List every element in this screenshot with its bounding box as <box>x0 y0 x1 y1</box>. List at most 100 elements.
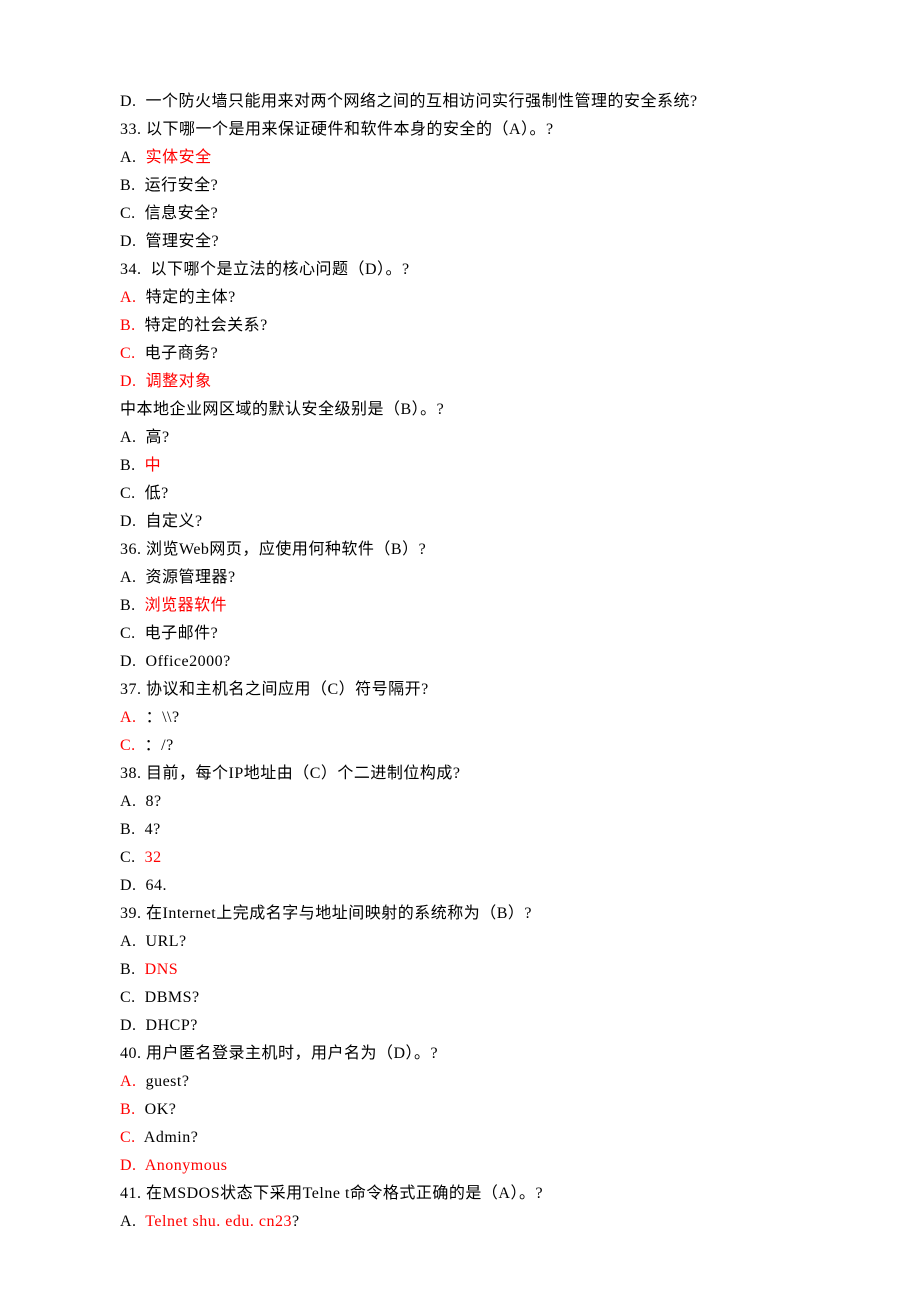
text-run: B. <box>120 457 145 474</box>
text-run: C. 电子邮件? <box>120 625 218 642</box>
text-run: 34. 以下哪个是立法的核心问题（D）。? <box>120 261 410 278</box>
text-run: 37. 协议和主机名之间应用（C）符号隔开? <box>120 681 429 698</box>
text-run: 40. 用户匿名登录主机时，用户名为（D）。? <box>120 1045 438 1062</box>
text-run: D. 管理安全? <box>120 233 219 250</box>
text-run: ：/? <box>136 737 174 754</box>
text-line: D. Office2000? <box>120 648 800 676</box>
text-line: A. 实体安全 <box>120 144 800 172</box>
text-run: 36. 浏览Web网页，应使用何种软件（B）? <box>120 541 426 558</box>
text-line: 40. 用户匿名登录主机时，用户名为（D）。? <box>120 1040 800 1068</box>
text-run: D. 自定义? <box>120 513 203 530</box>
text-run: D. <box>120 1157 137 1174</box>
text-line: D. 自定义? <box>120 508 800 536</box>
text-line: 34. 以下哪个是立法的核心问题（D）。? <box>120 256 800 284</box>
text-line: B. 中 <box>120 452 800 480</box>
text-run: D. 一个防火墙只能用来对两个网络之间的互相访问实行强制性管理的安全系统? <box>120 93 698 110</box>
text-run: A. URL? <box>120 933 187 950</box>
document-page: D. 一个防火墙只能用来对两个网络之间的互相访问实行强制性管理的安全系统? 33.… <box>0 0 920 1302</box>
text-run: B. <box>120 597 145 614</box>
text-line: D. DHCP? <box>120 1012 800 1040</box>
text-line: 39. 在Internet上完成名字与地址间映射的系统称为（B）? <box>120 900 800 928</box>
text-line: B. DNS <box>120 956 800 984</box>
text-line: 41. 在MSDOS状态下采用Telne t命令格式正确的是（A）。? <box>120 1180 800 1208</box>
text-run: D. <box>120 373 137 390</box>
text-run: A. <box>120 1213 145 1230</box>
text-run: Telnet shu. edu. cn23 <box>145 1213 292 1230</box>
text-line: D. 一个防火墙只能用来对两个网络之间的互相访问实行强制性管理的安全系统? <box>120 88 800 116</box>
text-line: B. OK? <box>120 1096 800 1124</box>
text-run: C. 信息安全? <box>120 205 218 222</box>
text-run: B. <box>120 961 145 978</box>
text-line: A. ：\\? <box>120 704 800 732</box>
text-run: B. 运行安全? <box>120 177 218 194</box>
text-run: B. 4? <box>120 821 161 838</box>
text-run: 特定的主体? <box>137 289 236 306</box>
text-run: 38. 目前，每个IP地址由（C）个二进制位构成? <box>120 765 461 782</box>
text-run: 33. 以下哪一个是用来保证硬件和软件本身的安全的（A）。? <box>120 121 554 138</box>
text-line: C. 低? <box>120 480 800 508</box>
text-run: C. <box>120 1129 136 1146</box>
text-run: C. DBMS? <box>120 989 200 1006</box>
text-line: C. 电子商务? <box>120 340 800 368</box>
text-run: A. 资源管理器? <box>120 569 236 586</box>
text-line: C. 电子邮件? <box>120 620 800 648</box>
text-run: 调整对象 <box>146 373 212 390</box>
text-run: 特定的社会关系? <box>136 317 268 334</box>
text-run: C. 低? <box>120 485 169 502</box>
text-run: A. <box>120 1073 137 1090</box>
text-line: A. 特定的主体? <box>120 284 800 312</box>
text-line: B. 运行安全? <box>120 172 800 200</box>
text-run: A. <box>120 289 137 306</box>
text-run: Anonymous <box>145 1157 228 1174</box>
text-line: C. 32 <box>120 844 800 872</box>
text-line: A. 资源管理器? <box>120 564 800 592</box>
text-run: B. <box>120 1101 136 1118</box>
text-line: C. Admin? <box>120 1124 800 1152</box>
text-run: D. DHCP? <box>120 1017 198 1034</box>
text-run: D. 64. <box>120 877 167 894</box>
text-run: 电子商务? <box>136 345 219 362</box>
text-run: 中 <box>145 457 162 474</box>
text-line: A. 8? <box>120 788 800 816</box>
text-line: A. Telnet shu. edu. cn23? <box>120 1208 800 1236</box>
text-run: 41. 在MSDOS状态下采用Telne t命令格式正确的是（A）。? <box>120 1185 543 1202</box>
text-run <box>137 1157 145 1174</box>
text-run: OK? <box>136 1101 177 1118</box>
text-run: A. <box>120 149 146 166</box>
text-line: C. ：/? <box>120 732 800 760</box>
text-run: C. <box>120 737 136 754</box>
text-line: B. 浏览器软件 <box>120 592 800 620</box>
text-line: D. 64. <box>120 872 800 900</box>
text-line: D. 管理安全? <box>120 228 800 256</box>
text-line: 中本地企业网区域的默认安全级别是（B）。? <box>120 396 800 424</box>
text-line: 37. 协议和主机名之间应用（C）符号隔开? <box>120 676 800 704</box>
text-line: B. 特定的社会关系? <box>120 312 800 340</box>
text-run: 浏览器软件 <box>145 597 228 614</box>
text-run: A. 8? <box>120 793 162 810</box>
text-line: D. Anonymous <box>120 1152 800 1180</box>
text-run: B. <box>120 317 136 334</box>
text-run: DNS <box>145 961 179 978</box>
text-run: C. <box>120 345 136 362</box>
text-line: 36. 浏览Web网页，应使用何种软件（B）? <box>120 536 800 564</box>
text-line: C. DBMS? <box>120 984 800 1012</box>
text-line: B. 4? <box>120 816 800 844</box>
text-run: ? <box>292 1213 300 1230</box>
text-run: 中本地企业网区域的默认安全级别是（B）。? <box>120 401 444 418</box>
text-line: A. guest? <box>120 1068 800 1096</box>
text-run: A. 高? <box>120 429 170 446</box>
text-run: A. <box>120 709 137 726</box>
text-run <box>137 373 146 390</box>
text-run: D. Office2000? <box>120 653 231 670</box>
text-line: D. 调整对象 <box>120 368 800 396</box>
text-line: 38. 目前，每个IP地址由（C）个二进制位构成? <box>120 760 800 788</box>
text-run: C. <box>120 849 145 866</box>
text-run: Admin? <box>136 1129 199 1146</box>
text-run: 39. 在Internet上完成名字与地址间映射的系统称为（B）? <box>120 905 532 922</box>
text-run: ：\\? <box>137 709 180 726</box>
text-run: 实体安全 <box>146 149 212 166</box>
text-line: 33. 以下哪一个是用来保证硬件和软件本身的安全的（A）。? <box>120 116 800 144</box>
text-line: C. 信息安全? <box>120 200 800 228</box>
text-line: A. 高? <box>120 424 800 452</box>
text-line: A. URL? <box>120 928 800 956</box>
